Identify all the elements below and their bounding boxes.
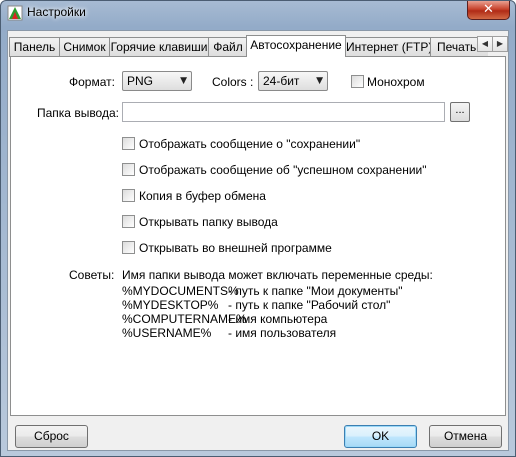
tab-ftp[interactable]: Интернет (FTP) — [345, 37, 432, 57]
hints-label: Советы: — [69, 268, 115, 282]
show-saving-message-checkbox[interactable] — [122, 137, 135, 150]
option-label: Открывать папку вывода — [139, 215, 278, 229]
format-label: Формат: — [69, 75, 115, 89]
option-label: Отображать сообщение об "успешном сохран… — [139, 163, 427, 177]
cancel-button[interactable]: Отмена — [429, 425, 502, 448]
tab-snapshot[interactable]: Снимок — [59, 37, 110, 57]
settings-window: Настройки ✕ Панель Снимок Горячие клавиш… — [0, 0, 516, 457]
ok-button[interactable]: OK — [344, 425, 417, 448]
tab-hotkeys[interactable]: Горячие клавиши — [109, 37, 209, 57]
open-output-folder-checkbox[interactable] — [122, 215, 135, 228]
autosave-panel: Формат: PNG ▼ Colors : 24-бит ▼ Монохром… — [10, 56, 506, 416]
output-folder-label: Папка вывода: — [37, 106, 119, 120]
chevron-down-icon: ▼ — [316, 76, 323, 86]
option-label: Отображать сообщение о "сохранении" — [139, 137, 361, 151]
hint-var-name: %MYDESKTOP% — [122, 298, 219, 312]
colors-select[interactable]: 24-бит ▼ — [258, 71, 328, 91]
open-external-program-checkbox[interactable] — [122, 241, 135, 254]
close-icon: ✕ — [483, 2, 494, 17]
monochrome-checkbox[interactable] — [351, 75, 364, 88]
close-button[interactable]: ✕ — [467, 1, 510, 20]
tab-scroll-left-button[interactable]: ◀ — [477, 36, 493, 52]
tab-autosave[interactable]: Автосохранение — [246, 35, 346, 57]
colors-label: Colors : — [212, 75, 254, 89]
title-bar[interactable]: Настройки ✕ — [1, 1, 515, 25]
tab-panel[interactable]: Панель — [9, 37, 60, 57]
format-select[interactable]: PNG ▼ — [122, 71, 192, 91]
monochrome-label: Монохром — [367, 75, 425, 89]
hint-var-desc: - путь к папке "Мои документы" — [228, 284, 403, 298]
option-label: Копия в буфер обмена — [139, 189, 266, 203]
dialog-client: Панель Снимок Горячие клавиши Файл Автос… — [7, 30, 509, 451]
tab-file[interactable]: Файл — [208, 37, 248, 57]
hint-var-desc: - путь к папке "Рабочий стол" — [228, 298, 391, 312]
hint-var-name: %MYDOCUMENTS% — [122, 284, 239, 298]
hint-var-name: %USERNAME% — [122, 326, 212, 340]
option-label: Открывать во внешней программе — [139, 241, 332, 255]
tab-scroll-right-button[interactable]: ▶ — [492, 36, 508, 52]
colors-value: 24-бит — [263, 74, 300, 88]
hint-var-desc: - имя пользователя — [228, 326, 337, 340]
format-value: PNG — [127, 74, 154, 88]
window-title: Настройки — [27, 5, 86, 19]
tab-strip: Панель Снимок Горячие клавиши Файл Автос… — [8, 35, 488, 57]
hint-var-desc: - имя компьютера — [228, 312, 328, 326]
copy-to-clipboard-checkbox[interactable] — [122, 189, 135, 202]
browse-button[interactable]: ... — [450, 102, 470, 122]
output-folder-input[interactable] — [122, 102, 445, 122]
reset-button[interactable]: Сброс — [15, 425, 88, 448]
app-icon — [7, 5, 23, 21]
hints-intro: Имя папки вывода может включать переменн… — [122, 268, 433, 282]
chevron-down-icon: ▼ — [180, 76, 187, 86]
show-success-message-checkbox[interactable] — [122, 163, 135, 176]
